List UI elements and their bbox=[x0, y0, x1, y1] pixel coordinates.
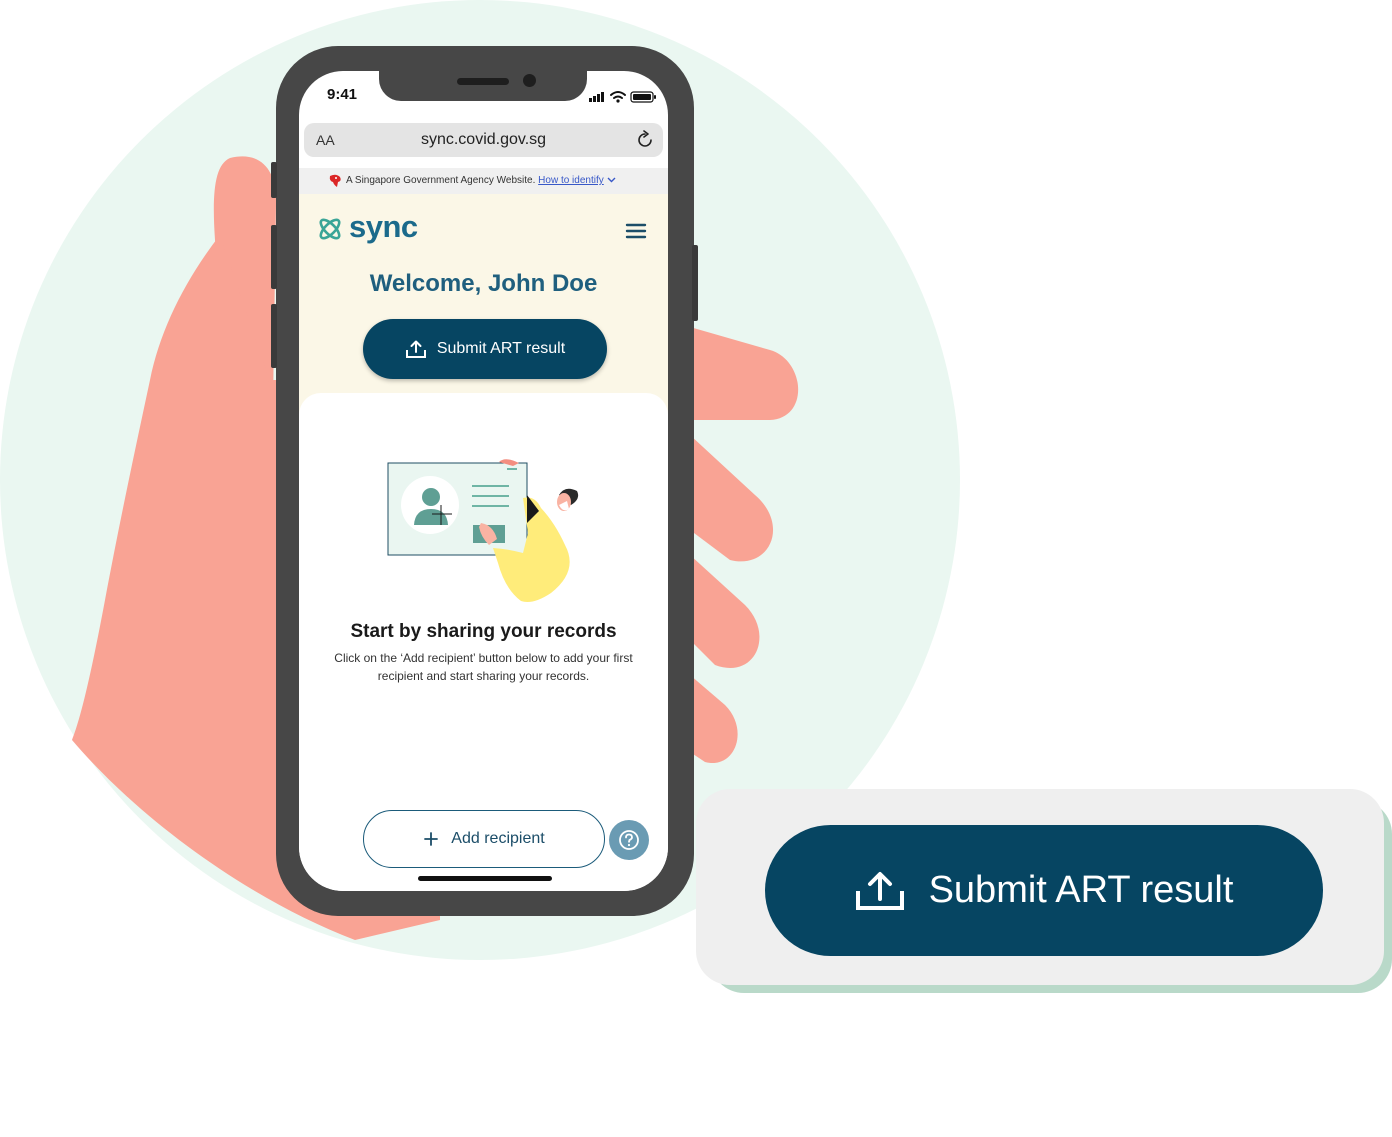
status-icons bbox=[589, 91, 656, 103]
phone-volume-up bbox=[271, 225, 277, 289]
submit-art-button-zoom[interactable]: Submit ART result bbox=[765, 825, 1323, 956]
url-text[interactable]: sync.covid.gov.sg bbox=[304, 131, 663, 149]
share-records-illustration bbox=[387, 459, 579, 602]
wifi-icon bbox=[610, 91, 626, 99]
how-to-identify-link[interactable]: How to identify bbox=[538, 175, 604, 186]
plus-icon bbox=[424, 832, 439, 846]
lion-icon bbox=[329, 174, 341, 187]
url-bar[interactable]: AA sync.covid.gov.sg bbox=[304, 123, 663, 157]
signal-icon bbox=[589, 92, 604, 102]
logo-text[interactable]: sync bbox=[349, 209, 418, 245]
phone-mute-switch bbox=[271, 162, 277, 198]
battery-icon bbox=[630, 91, 656, 103]
gov-banner-label: A Singapore Government Agency Website. bbox=[346, 175, 536, 186]
submit-art-label: Submit ART result bbox=[436, 340, 566, 357]
phone-volume-down bbox=[271, 304, 277, 368]
add-recipient-label: Add recipient bbox=[451, 830, 545, 847]
gov-banner: A Singapore Government Agency Website. H… bbox=[299, 168, 668, 194]
phone-screen: 9:41 AA sync.covid.gov.sg A Singapore Go… bbox=[299, 71, 668, 891]
help-button[interactable] bbox=[609, 820, 649, 860]
sync-logo-icon[interactable] bbox=[316, 215, 344, 243]
submit-art-label-zoom: Submit ART result bbox=[928, 869, 1234, 911]
welcome-heading: Welcome, John Doe bbox=[369, 270, 598, 297]
upload-icon bbox=[405, 340, 426, 358]
submit-art-button[interactable]: Submit ART result bbox=[363, 319, 607, 379]
speaker bbox=[457, 78, 509, 85]
status-time: 9:41 bbox=[327, 86, 358, 103]
help-icon bbox=[619, 830, 639, 850]
empty-state-description: Click on the ‘Add recipient’ button belo… bbox=[334, 651, 633, 683]
upload-icon bbox=[855, 871, 904, 910]
phone-power-button bbox=[692, 245, 698, 321]
gov-banner-text: A Singapore Government Agency Website. H… bbox=[346, 175, 616, 186]
reload-icon[interactable] bbox=[635, 130, 655, 150]
home-indicator bbox=[418, 876, 552, 881]
notch bbox=[379, 71, 587, 101]
menu-icon[interactable] bbox=[625, 222, 647, 240]
chevron-down-icon[interactable] bbox=[607, 177, 616, 183]
add-recipient-button[interactable]: Add recipient bbox=[363, 810, 605, 868]
empty-state-title: Start by sharing your records bbox=[350, 621, 617, 642]
front-camera bbox=[523, 74, 536, 87]
